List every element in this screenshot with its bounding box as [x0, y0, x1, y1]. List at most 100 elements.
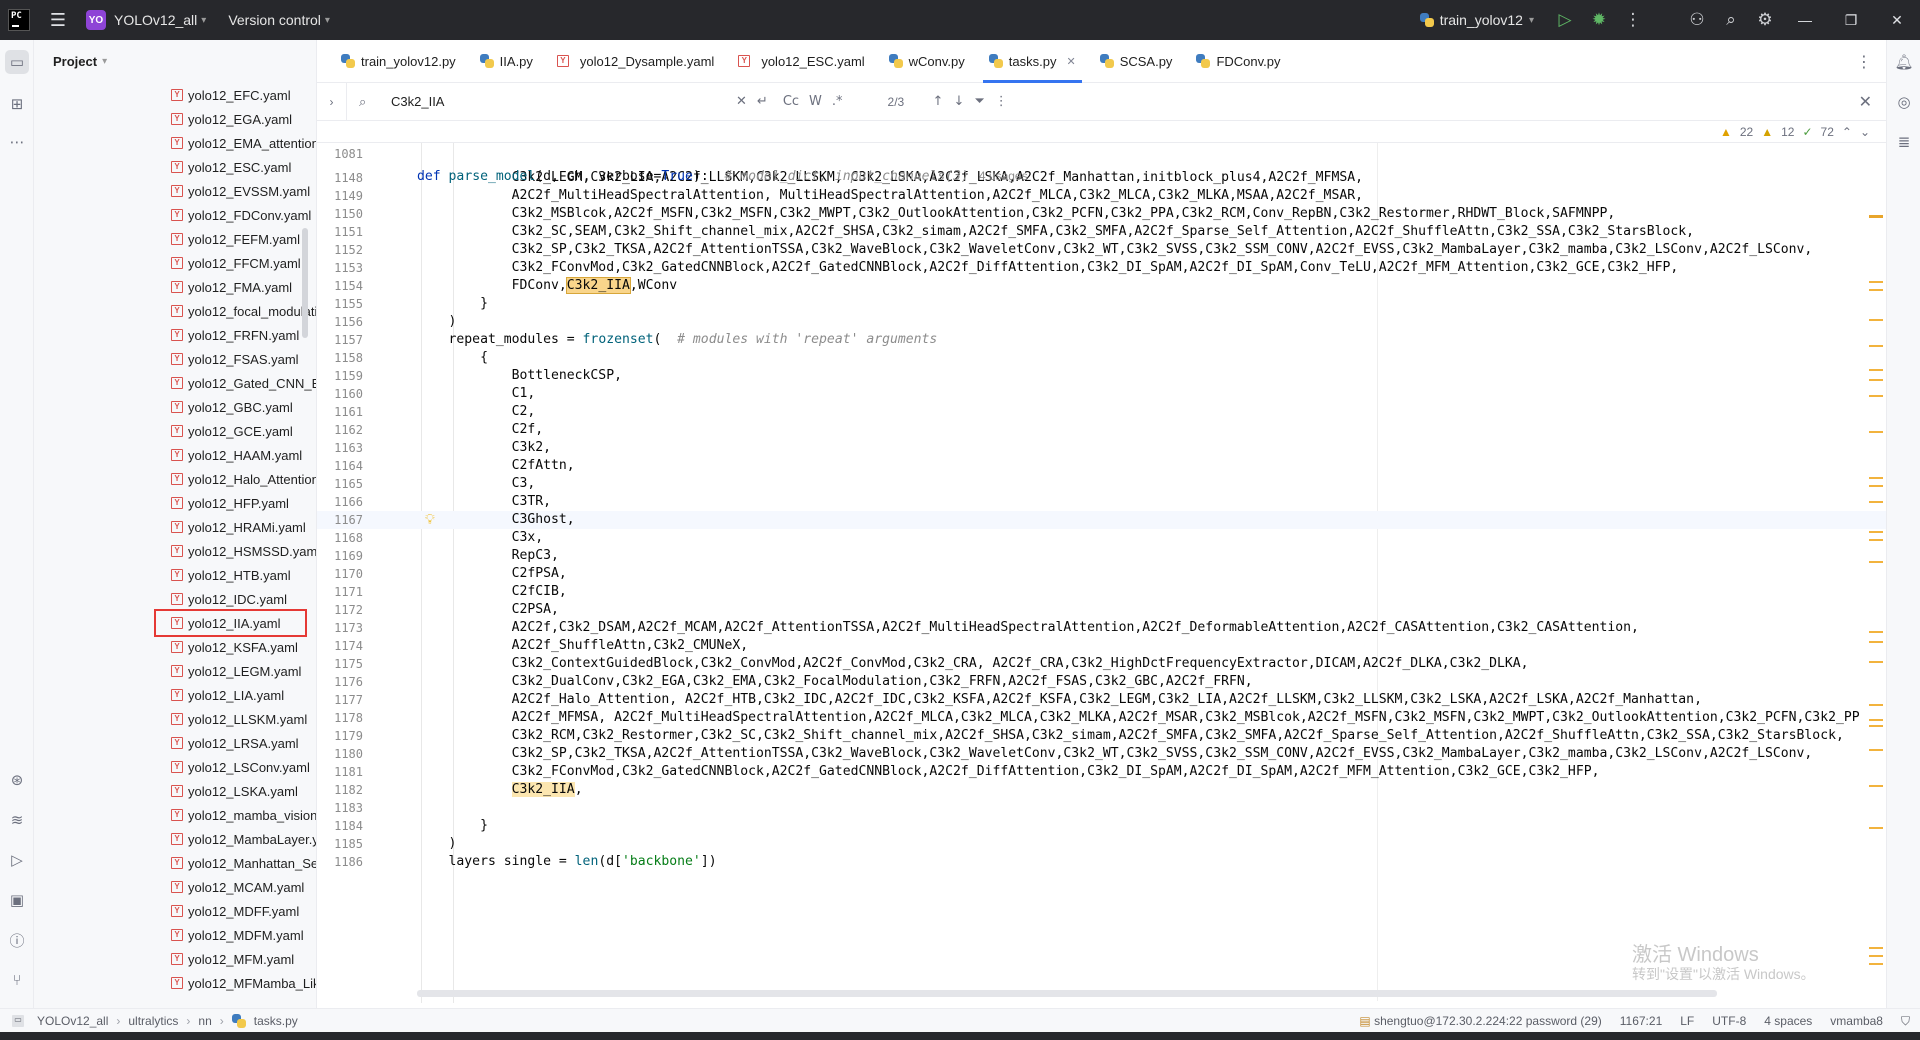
whole-words-toggle[interactable]: W [809, 94, 822, 109]
code-line[interactable]: 1173 A2C2f,C3k2_DSAM,A2C2f_MCAM,A2C2f_At… [317, 619, 1886, 637]
tree-item-file[interactable]: Yyolo12_LIA.yaml [34, 683, 316, 707]
usages-hint[interactable]: 4 usages [979, 169, 1028, 183]
caret-position[interactable]: 1167:21 [1620, 1014, 1663, 1028]
database-icon[interactable]: ≣ [1892, 130, 1916, 154]
services-run-icon[interactable]: ▷ [5, 848, 29, 872]
tab-yolo12-dysample[interactable]: Yyolo12_Dysample.yaml [545, 40, 726, 83]
error-stripe-marker[interactable] [1869, 289, 1883, 291]
tab-iia[interactable]: IIA.py [468, 40, 545, 83]
error-stripe-marker[interactable] [1869, 704, 1883, 706]
code-line[interactable]: 1179 C3k2_RCM,C3k2_Restormer,C3k2_SC,C3k… [317, 727, 1886, 745]
settings-gear-icon[interactable]: ⚙ [1748, 3, 1782, 37]
error-stripe-marker[interactable] [1869, 485, 1883, 487]
code-line[interactable]: 1185 ) [317, 835, 1886, 853]
tree-item-file[interactable]: Yyolo12_MambaLayer.y [34, 827, 316, 851]
tree-item-file[interactable]: Yyolo12_FRFN.yaml [34, 323, 316, 347]
error-stripe-marker[interactable] [1869, 661, 1883, 663]
sticky-line[interactable]: 1081 def parse_model(d, ch, verbose=True… [317, 121, 1886, 184]
file-encoding[interactable]: UTF-8 [1712, 1014, 1746, 1028]
error-stripe-marker[interactable] [1869, 477, 1883, 479]
minimize-icon[interactable]: — [1782, 0, 1828, 40]
tree-item-file[interactable]: Yyolo12_FEFM.yaml [34, 227, 316, 251]
tab-actions-icon[interactable]: ⋮ [1856, 52, 1872, 72]
tree-item-file[interactable]: Yyolo12_Gated_CNN_Bl [34, 371, 316, 395]
code-line[interactable]: 1186 layers single = len(d['backbone']) [317, 853, 1886, 871]
more-tools-icon[interactable]: ⋯ [5, 130, 29, 154]
error-stripe-marker[interactable] [1869, 501, 1883, 503]
breadcrumb-item[interactable]: YOLOv12_all [37, 1014, 108, 1028]
error-stripe-marker[interactable] [1869, 319, 1883, 321]
restore-icon[interactable]: ❐ [1828, 0, 1874, 40]
tree-item-file[interactable]: Yyolo12_MFM.yaml [34, 947, 316, 971]
code-line[interactable]: 1166 C3TR, [317, 493, 1886, 511]
tree-item-file-highlighted[interactable]: Yyolo12_IIA.yaml [154, 609, 307, 637]
main-menu-icon[interactable]: ☰ [44, 6, 72, 34]
lock-icon[interactable]: ⛉ [1901, 1014, 1910, 1029]
ai-assistant-icon[interactable]: ◎ [1892, 90, 1916, 114]
code-line[interactable]: 1161 C2, [317, 403, 1886, 421]
tree-item-file[interactable]: Yyolo12_Manhattan_Sel [34, 851, 316, 875]
code-line[interactable]: 1150 C3k2_MSBlcok,A2C2f_MSFN,C3k2_MSFN,C… [317, 205, 1886, 223]
code-line[interactable]: 1184 } [317, 817, 1886, 835]
code-line[interactable]: 1177 A2C2f_Halo_Attention, A2C2f_HTB,C3k… [317, 691, 1886, 709]
match-case-toggle[interactable]: Cc [783, 94, 799, 109]
error-stripe-marker[interactable] [1869, 561, 1883, 563]
error-stripe-marker[interactable] [1869, 827, 1883, 829]
code-line[interactable]: 1182 C3k2_IIA, [317, 781, 1886, 799]
error-stripe-marker[interactable] [1869, 539, 1883, 541]
tree-item-file[interactable]: Yyolo12_focal_modulati [34, 299, 316, 323]
code-editor[interactable]: 1081 def parse_model(d, ch, verbose=True… [317, 121, 1886, 1008]
tree-item-file[interactable]: Yyolo12_LEGM.yaml [34, 659, 316, 683]
code-line[interactable]: 1156 ) [317, 313, 1886, 331]
tree-item-file[interactable]: Yyolo12_mamba_vision. [34, 803, 316, 827]
more-actions-icon[interactable]: ⋮ [1616, 3, 1650, 37]
project-switcher[interactable]: YOLOv12_all ▾ [114, 12, 206, 28]
run-configuration-selector[interactable]: train_yolov12 ▾ [1419, 12, 1534, 28]
error-stripe-marker[interactable] [1869, 395, 1883, 397]
code-line[interactable]: 1169 RepC3, [317, 547, 1886, 565]
code-line[interactable]: 1181 C3k2_FConvMod,C3k2_GatedCNNBlock,A2… [317, 763, 1886, 781]
code-line[interactable]: 1183 [317, 799, 1886, 817]
tree-item-file[interactable]: Yyolo12_EFC.yaml [34, 83, 316, 107]
tree-item-file[interactable]: Yyolo12_FFCM.yaml [34, 251, 316, 275]
breadcrumb-item[interactable]: ultralytics [128, 1014, 178, 1028]
tree-item-file[interactable]: Yyolo12_IDC.yaml [34, 587, 316, 611]
terminal-icon[interactable]: ▣ [5, 888, 29, 912]
tree-item-file[interactable]: Yyolo12_MDFF.yaml [34, 899, 316, 923]
git-icon[interactable]: ⑂ [5, 968, 29, 992]
error-stripe-marker[interactable] [1869, 947, 1883, 949]
tree-item-file[interactable]: Yyolo12_EVSSM.yaml [34, 179, 316, 203]
error-stripe-marker[interactable] [1869, 379, 1883, 381]
error-stripe-marker[interactable] [1869, 345, 1883, 347]
tree-item-file[interactable]: Yyolo12_LSKA.yaml [34, 779, 316, 803]
tree-item-file[interactable]: Yyolo12_FMA.yaml [34, 275, 316, 299]
code-line[interactable]: 1157 repeat_modules = frozenset( # modul… [317, 331, 1886, 349]
code-line[interactable]: 1174 A2C2f_ShuffleAttn,C3k2_CMUNeX, [317, 637, 1886, 655]
tree-item-file[interactable]: Yyolo12_MCAM.yaml [34, 875, 316, 899]
notifications-bell-icon[interactable]: 🔔︎ [1892, 50, 1916, 74]
indent-settings[interactable]: 4 spaces [1764, 1014, 1812, 1028]
python-packages-icon[interactable]: ⊛ [5, 768, 29, 792]
tree-item-file[interactable]: Yyolo12_FSAS.yaml [34, 347, 316, 371]
tree-item-file[interactable]: Yyolo12_HAAM.yaml [34, 443, 316, 467]
tree-item-file[interactable]: Yyolo12_LLSKM.yaml [34, 707, 316, 731]
horizontal-scrollbar[interactable] [417, 990, 1717, 997]
code-line[interactable]: 1172 C2PSA, [317, 601, 1886, 619]
code-line[interactable]: 1175 C3k2_ContextGuidedBlock,C3k2_ConvMo… [317, 655, 1886, 673]
code-line[interactable]: 1163 C3k2, [317, 439, 1886, 457]
tree-item-file[interactable]: Yyolo12_GCE.yaml [34, 419, 316, 443]
tab-fdconv[interactable]: FDConv.py [1184, 40, 1292, 83]
tree-item-file[interactable]: Yyolo12_EMA_attention. [34, 131, 316, 155]
code-line[interactable]: 1180 C3k2_SP,C3k2_TKSA,A2C2f_AttentionTS… [317, 745, 1886, 763]
tab-train-yolov12[interactable]: train_yolov12.py [329, 40, 468, 83]
error-stripe-marker[interactable] [1869, 281, 1883, 283]
error-stripe-marker[interactable] [1869, 369, 1883, 371]
error-stripe-marker[interactable] [1869, 431, 1883, 433]
tree-item-file[interactable]: Yyolo12_HSMSSD.yaml [34, 539, 316, 563]
python-interpreter[interactable]: vmamba8 [1830, 1014, 1883, 1028]
tree-item-file[interactable]: Yyolo12_HFP.yaml [34, 491, 316, 515]
code-line[interactable]: 1160 C1, [317, 385, 1886, 403]
code-line[interactable]: 1151 C3k2_SC,SEAM,C3k2_Shift_channel_mix… [317, 223, 1886, 241]
tree-item-file[interactable]: Yyolo12_GBC.yaml [34, 395, 316, 419]
breadcrumb-item[interactable]: nn [198, 1014, 211, 1028]
